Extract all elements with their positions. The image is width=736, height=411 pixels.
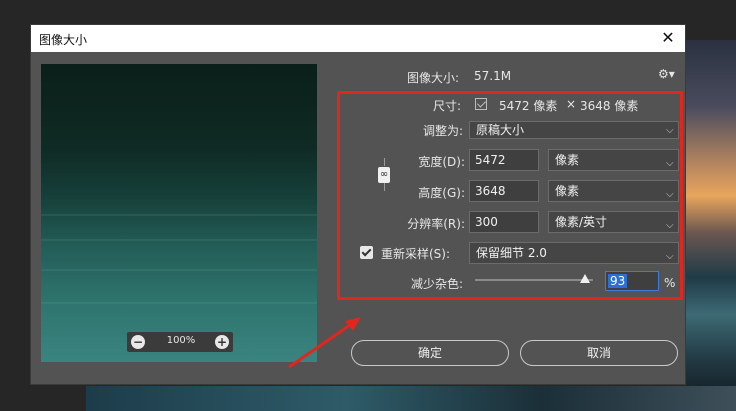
zoom-out-icon[interactable]: − xyxy=(131,335,145,349)
canvas-photo-bottom xyxy=(86,386,736,411)
ok-button[interactable]: 确定 xyxy=(351,340,509,366)
water-ripple xyxy=(41,269,317,271)
water-ripple xyxy=(41,214,317,216)
dialog-titlebar: 图像大小 ✕ xyxy=(31,25,685,52)
preview-zoom-control: − 100% + xyxy=(127,332,233,352)
close-icon[interactable]: ✕ xyxy=(657,27,679,49)
image-size-value: 57.1M xyxy=(474,69,512,83)
water-ripple xyxy=(41,302,317,304)
image-preview[interactable]: − 100% + xyxy=(41,64,317,362)
water-ripple xyxy=(41,239,317,241)
zoom-level: 100% xyxy=(166,335,196,346)
zoom-in-icon[interactable]: + xyxy=(215,335,229,349)
cancel-button[interactable]: 取消 xyxy=(520,340,678,366)
canvas-photo-right xyxy=(686,40,736,411)
dialog-title: 图像大小 xyxy=(39,33,88,47)
gear-icon[interactable]: ⚙▾ xyxy=(658,67,678,83)
image-size-dialog: 图像大小 ✕ − 100% + 图像大小: 57.1M ⚙▾ 尺寸: 5472 … xyxy=(30,24,686,385)
image-size-label: 图像大小: xyxy=(407,71,460,85)
highlight-box xyxy=(337,91,683,300)
